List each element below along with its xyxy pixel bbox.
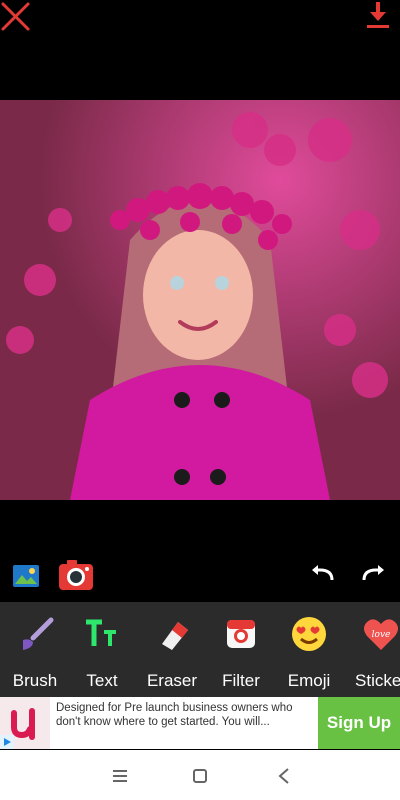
tool-eraser[interactable]: Eraser xyxy=(137,614,207,692)
text-icon xyxy=(86,619,116,646)
tool-text[interactable]: Text xyxy=(67,614,137,692)
ad-banner[interactable]: Designed for Pre launch business owners … xyxy=(0,697,400,749)
tool-label: Text xyxy=(86,671,118,690)
ad-sign-up-button[interactable]: Sign Up xyxy=(318,697,400,749)
nav-menu-button[interactable] xyxy=(108,766,132,786)
emoji-icon xyxy=(292,617,326,651)
tool-label: Filter xyxy=(222,671,260,690)
redo-button[interactable] xyxy=(360,562,386,588)
eraser-icon xyxy=(162,622,188,650)
tool-filter[interactable]: Filter xyxy=(206,614,276,692)
x-icon xyxy=(1,2,30,31)
tool-label: Eraser xyxy=(146,671,198,690)
mini-toolbar xyxy=(0,550,400,602)
filter-icon xyxy=(227,620,255,648)
tool-label: Sticker xyxy=(355,671,400,690)
camera-button[interactable] xyxy=(58,558,94,592)
nav-home-button[interactable] xyxy=(188,766,212,786)
gallery-icon xyxy=(13,565,39,587)
edited-photo[interactable] xyxy=(0,100,400,500)
undo-icon xyxy=(312,565,334,581)
download-button[interactable] xyxy=(362,0,394,32)
top-toolbar xyxy=(0,0,400,100)
nav-back-button[interactable] xyxy=(272,766,296,786)
back-icon xyxy=(278,768,289,784)
redo-icon xyxy=(362,565,384,581)
tool-sticker[interactable]: love Sticker xyxy=(346,614,400,692)
home-icon xyxy=(193,769,207,783)
ad-text: Designed for Pre launch business owners … xyxy=(56,702,293,728)
svg-text:love: love xyxy=(372,630,391,640)
ad-choices-icon[interactable] xyxy=(0,735,14,749)
photo-canvas xyxy=(0,100,400,500)
gallery-button[interactable] xyxy=(12,564,40,588)
tool-emoji[interactable]: Emoji xyxy=(274,614,344,692)
download-icon xyxy=(367,2,389,28)
menu-icon xyxy=(113,770,127,782)
tool-bar: Brush Text Eraser Filter Emoji love Stic… xyxy=(0,602,400,697)
canvas-gap xyxy=(0,500,400,550)
tool-label: Brush xyxy=(12,671,58,690)
brush-icon xyxy=(23,617,54,650)
tool-brush[interactable]: Brush xyxy=(0,614,70,692)
sticker-icon: love xyxy=(364,619,398,650)
undo-button[interactable] xyxy=(310,562,336,588)
close-button[interactable] xyxy=(0,0,32,32)
android-nav-bar xyxy=(0,750,400,800)
camera-icon xyxy=(59,560,93,590)
tool-label: Emoji xyxy=(287,671,331,690)
